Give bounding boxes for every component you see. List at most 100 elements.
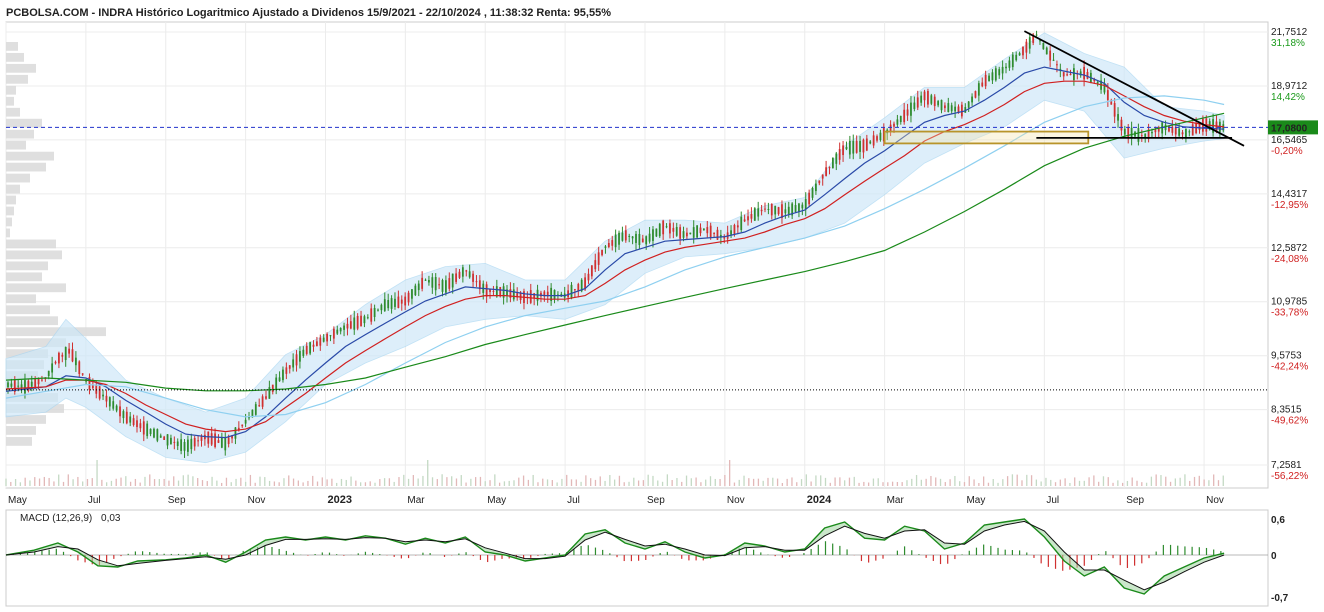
volume-profile-bar-6 [6,107,20,117]
candle-body [587,273,590,281]
candle-body [122,411,125,419]
chart-title: PCBOLSA.COM - INDRA Histórico Logaritmic… [6,7,611,19]
candle-body [638,234,641,245]
price-tick-label-1: 18,9712 [1271,81,1308,92]
candle-body [200,436,203,441]
candle-body [268,387,271,399]
candle-body [265,396,267,399]
candle-body [363,316,366,324]
candle-body [30,381,33,387]
candle-body [448,278,451,289]
candle-body [54,361,57,364]
macd-value: 0,03 [101,513,121,524]
candle-body [594,260,597,270]
candle-body [1185,128,1187,138]
price-tick-label-3: 14,4317 [1271,189,1308,200]
candle-body [438,284,441,286]
candle-body [1025,41,1028,53]
candle-body [387,300,390,309]
candle-body [149,428,152,435]
candle-body [811,187,814,198]
candle-body [512,289,515,300]
macd-label-text: MACD (12,26,9) [20,513,92,524]
candle-body [1178,128,1181,136]
volume-profile-bar-13 [6,184,20,194]
candle-body [37,378,40,385]
candle-body [879,132,882,141]
candle-body [125,411,128,424]
candle-body [224,437,227,451]
candle-body [927,90,929,105]
candle-body [1052,59,1055,61]
candle-body [214,433,216,448]
candle-body [400,299,403,304]
candle-body [1062,72,1065,77]
candle-body [316,341,318,347]
price-tick-label-2: 16,5465 [1271,135,1308,146]
candle-body [682,231,685,238]
candle-body [923,91,926,101]
candle-body [838,149,841,160]
candle-body [81,373,84,375]
candle-body [821,174,824,179]
candle-body [675,226,678,236]
volume-profile-bar-25 [6,316,58,326]
price-tick-label-7: 8,3515 [1271,405,1302,416]
price-tick-pct-0: 31,18% [1271,38,1305,49]
candle-body [129,416,132,423]
candle-body [10,383,13,387]
candle-body [801,204,804,209]
candle-body [489,289,491,293]
candle-body [278,377,281,382]
candle-body [142,421,145,435]
time-tick-label-1: Jul [88,495,101,506]
candle-body [1045,47,1048,55]
candle-body [41,379,43,381]
candle-body [804,199,807,210]
candle-body [441,280,444,292]
candle-body [1011,54,1014,68]
candle-body [774,205,777,215]
candle-body [285,367,288,374]
volume-profile-bar-12 [6,173,30,183]
candle-body [220,437,223,448]
macd-tick-label-0: 0,6 [1271,515,1285,526]
candle-body [1066,74,1069,76]
candle-body [78,361,81,375]
volume-profile-bar-17 [6,228,10,238]
candle-body [1151,131,1153,134]
candle-body [1137,128,1140,142]
candle-body [1127,127,1130,138]
candle-body [95,385,98,394]
candle-body [346,323,349,329]
candle-body [570,284,573,299]
candle-body [624,230,627,241]
candle-body [635,233,637,243]
candle-body [241,424,244,427]
candle-body [390,298,393,309]
candle-body [58,352,60,364]
candle-body [848,140,851,155]
candle-body [689,232,692,235]
candle-body [492,290,495,292]
candle-body [913,102,916,110]
candle-body [292,359,295,368]
candle-body [176,441,179,446]
candle-body [132,418,135,426]
candle-body [210,433,213,445]
candle-body [981,82,984,87]
candle-body [869,141,872,144]
candle-body [614,234,617,248]
candle-body [1096,81,1099,84]
candle-body [166,434,169,446]
candle-body [947,103,950,112]
candle-body [156,429,159,441]
time-tick-label-11: Mar [887,495,905,506]
candle-body [818,180,821,184]
candle-body [227,437,230,445]
candle-body [336,329,339,334]
candle-body [47,370,50,376]
candle-body [713,233,715,235]
volume-profile-bar-7 [6,118,42,128]
candle-body [312,344,315,347]
